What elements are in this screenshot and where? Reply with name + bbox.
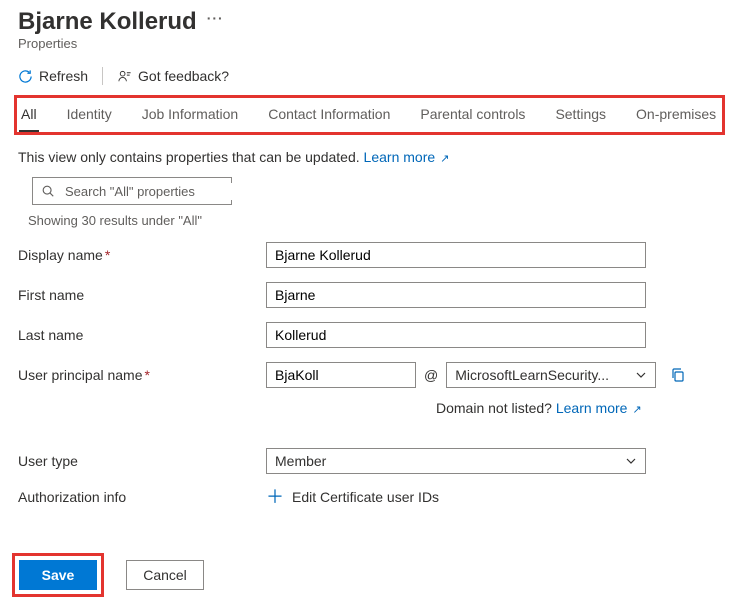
save-highlight: Save (12, 553, 104, 597)
chevron-down-icon (635, 369, 647, 381)
domain-learn-more-link[interactable]: Learn more ↗ (556, 400, 642, 416)
first-name-field[interactable] (266, 282, 646, 308)
search-icon (41, 184, 55, 198)
upn-domain-value: MicrosoftLearnSecurity... (455, 367, 609, 383)
edit-cert-label: Edit Certificate user IDs (292, 489, 439, 505)
chevron-down-icon (625, 455, 637, 467)
footer-actions: Save Cancel (12, 553, 204, 597)
tab-parental[interactable]: Parental controls (418, 102, 527, 132)
edit-cert-button[interactable]: ＋ Edit Certificate user IDs (266, 488, 439, 506)
display-name-field[interactable] (266, 242, 646, 268)
page-title: Bjarne Kollerud (18, 8, 197, 36)
plus-icon: ＋ (266, 488, 284, 506)
info-text-body: This view only contains properties that … (18, 149, 364, 165)
divider (102, 67, 103, 85)
last-name-field[interactable] (266, 322, 646, 348)
refresh-icon (18, 69, 33, 84)
upn-field[interactable] (266, 362, 416, 388)
more-icon[interactable]: ··· (207, 11, 224, 33)
domain-helper: Domain not listed? Learn more ↗ (266, 400, 727, 416)
refresh-label: Refresh (39, 68, 88, 84)
tab-job-info[interactable]: Job Information (140, 102, 241, 132)
page-subtitle: Properties (18, 36, 727, 51)
info-text: This view only contains properties that … (18, 149, 727, 165)
user-type-value: Member (275, 453, 326, 469)
upn-domain-select[interactable]: MicrosoftLearnSecurity... (446, 362, 656, 388)
feedback-icon (117, 69, 132, 84)
feedback-button[interactable]: Got feedback? (117, 68, 229, 84)
external-icon: ↗ (629, 404, 641, 416)
first-name-label: First name (18, 287, 266, 303)
tab-settings[interactable]: Settings (553, 102, 608, 132)
properties-form: Display name* First name Last name User … (18, 242, 727, 506)
cancel-button[interactable]: Cancel (126, 560, 204, 590)
refresh-button[interactable]: Refresh (18, 68, 88, 84)
tab-strip: All Identity Job Information Contact Inf… (19, 102, 720, 132)
tab-contact-info[interactable]: Contact Information (266, 102, 392, 132)
user-type-label: User type (18, 453, 266, 469)
copy-button[interactable] (670, 367, 686, 383)
learn-more-label: Learn more (364, 149, 436, 165)
auth-info-label: Authorization info (18, 489, 266, 505)
search-box[interactable] (32, 177, 232, 205)
feedback-label: Got feedback? (138, 68, 229, 84)
results-count: Showing 30 results under "All" (28, 213, 727, 228)
external-icon: ↗ (437, 153, 449, 165)
at-symbol: @ (424, 367, 438, 383)
tab-all[interactable]: All (19, 102, 39, 132)
display-name-label: Display name* (18, 247, 266, 263)
search-input[interactable] (63, 183, 243, 200)
save-button[interactable]: Save (19, 560, 97, 590)
tab-onprem[interactable]: On-premises (634, 102, 718, 132)
user-type-select[interactable]: Member (266, 448, 646, 474)
command-bar: Refresh Got feedback? (18, 61, 727, 95)
tabs-highlight: All Identity Job Information Contact Inf… (14, 95, 725, 135)
last-name-label: Last name (18, 327, 266, 343)
tab-identity[interactable]: Identity (65, 102, 114, 132)
learn-more-link[interactable]: Learn more ↗ (364, 149, 450, 165)
upn-label: User principal name* (18, 367, 266, 383)
